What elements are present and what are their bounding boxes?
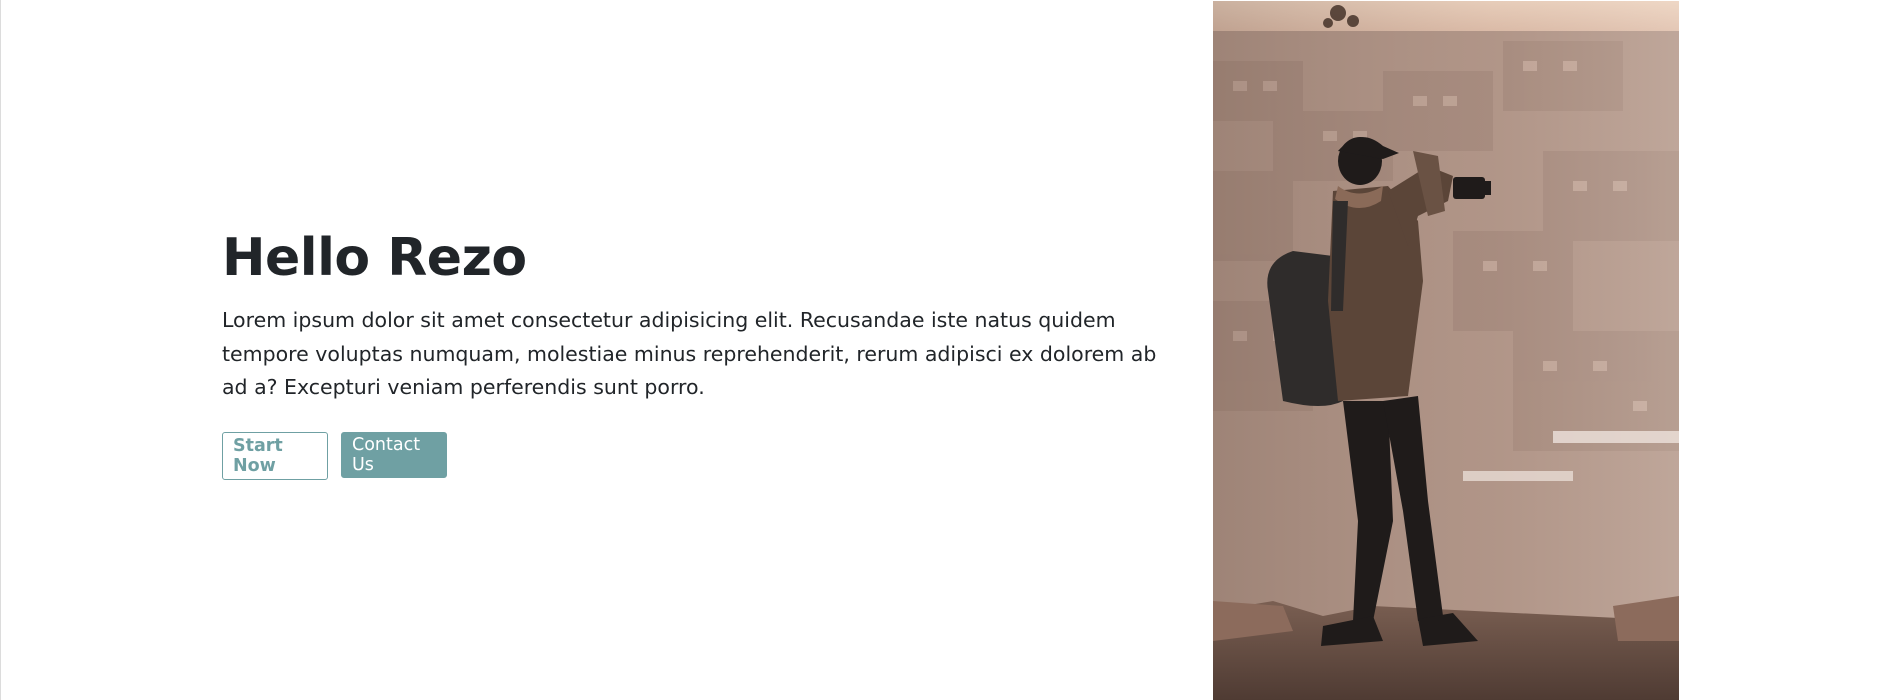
hero-title: Hello Rezo	[222, 228, 527, 288]
hero-actions: Start Now Contact Us	[222, 431, 1182, 480]
hero-description: Lorem ipsum dolor sit amet consectetur a…	[222, 308, 1157, 399]
start-now-button[interactable]: Start Now	[222, 431, 328, 480]
photographer-illustration	[1213, 1, 1679, 700]
hero-image	[1213, 1, 1679, 700]
hero-section: Hello Rezo Lorem ipsum dolor sit amet co…	[222, 228, 1182, 480]
contact-us-button[interactable]: Contact Us	[341, 431, 447, 478]
page: Hello Rezo Lorem ipsum dolor sit amet co…	[0, 0, 1898, 700]
page-border	[0, 0, 1, 700]
